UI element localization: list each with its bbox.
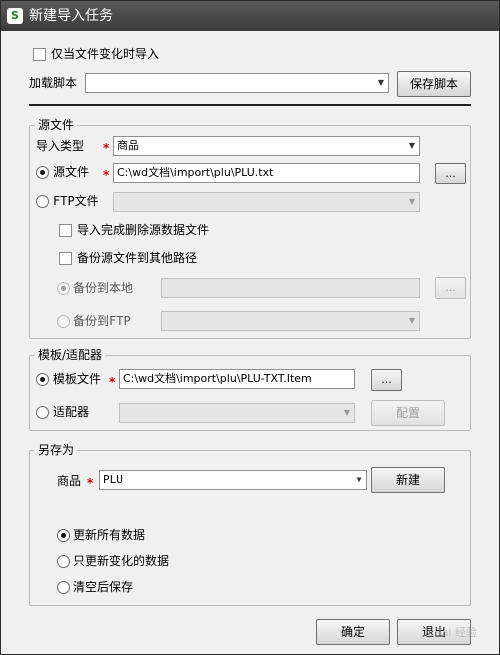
- source-file-label: 源文件: [53, 165, 90, 179]
- title-bar: S 新建导入任务: [1, 1, 499, 31]
- source-file-radio[interactable]: [36, 166, 49, 179]
- new-button[interactable]: 新建: [371, 467, 445, 493]
- delete-after-import-checkbox[interactable]: [59, 224, 72, 237]
- adapter-select[interactable]: ▼: [119, 403, 355, 423]
- import-type-label: 导入类型: [36, 139, 85, 153]
- separator: [29, 104, 471, 106]
- chevron-down-icon: ▼: [408, 316, 416, 325]
- backup-local-browse-button[interactable]: ...: [435, 277, 466, 299]
- update-changed-radio[interactable]: [57, 555, 70, 568]
- template-adapter-group-title: 模板/适配器: [35, 348, 106, 362]
- only-on-change-label: 仅当文件变化时导入: [51, 47, 160, 61]
- ok-button[interactable]: 确定: [316, 619, 390, 645]
- app-logo-icon: S: [7, 8, 23, 24]
- configure-button[interactable]: 配置: [371, 400, 445, 426]
- chevron-down-icon: ▼: [356, 475, 362, 484]
- chevron-down-icon: ▼: [408, 141, 416, 150]
- product-value: PLU: [103, 473, 123, 486]
- backup-local-path-input[interactable]: [161, 278, 420, 298]
- update-all-label: 更新所有数据: [73, 528, 146, 542]
- ftp-file-radio[interactable]: [36, 195, 49, 208]
- required-marker: *: [109, 375, 116, 389]
- ftp-file-label: FTP文件: [53, 194, 99, 208]
- chevron-down-icon: ▼: [408, 197, 416, 206]
- update-all-radio[interactable]: [57, 529, 70, 542]
- backup-other-path-label: 备份源文件到其他路径: [77, 251, 198, 265]
- backup-other-path-checkbox[interactable]: [59, 252, 72, 265]
- only-on-change-checkbox[interactable]: [33, 48, 46, 61]
- template-file-path-input[interactable]: C:\wd文档\import\plu\PLU-TXT.Item: [119, 369, 355, 389]
- source-file-path-input[interactable]: C:\wd文档\import\plu\PLU.txt: [113, 163, 420, 183]
- product-select[interactable]: PLU ▼: [99, 470, 367, 490]
- adapter-radio[interactable]: [36, 406, 49, 419]
- import-type-value: 商品: [117, 139, 139, 152]
- source-file-group-title: 源文件: [35, 118, 78, 132]
- clear-then-save-radio[interactable]: [57, 581, 70, 594]
- chevron-down-icon: ▼: [343, 408, 351, 417]
- template-file-label: 模板文件: [53, 372, 102, 386]
- load-script-label: 加载脚本: [29, 76, 78, 90]
- chevron-down-icon: ▼: [377, 78, 385, 87]
- source-file-browse-button[interactable]: ...: [435, 163, 466, 184]
- save-as-group-title: 另存为: [35, 443, 78, 457]
- save-script-button[interactable]: 保存脚本: [397, 71, 471, 97]
- import-type-select[interactable]: 商品 ▼: [113, 136, 420, 156]
- required-marker: *: [103, 141, 110, 155]
- update-changed-label: 只更新变化的数据: [73, 554, 170, 568]
- delete-after-import-label: 导入完成删除源数据文件: [77, 223, 210, 237]
- required-marker: *: [87, 476, 94, 490]
- required-marker: *: [103, 168, 110, 182]
- watermark: Bai 经验: [434, 626, 477, 639]
- backup-local-label: 备份到本地: [73, 281, 134, 295]
- template-file-browse-button[interactable]: ...: [371, 369, 402, 391]
- load-script-select[interactable]: ▼: [85, 73, 389, 93]
- ftp-file-select[interactable]: ▼: [113, 192, 420, 212]
- backup-ftp-select[interactable]: ▼: [161, 311, 420, 331]
- backup-ftp-label: 备份到FTP: [73, 314, 131, 328]
- window-title: 新建导入任务: [29, 8, 113, 24]
- template-file-radio[interactable]: [36, 373, 49, 386]
- import-task-dialog: S 新建导入任务 仅当文件变化时导入 加载脚本 ▼ 保存脚本 源文件 导入类型 …: [0, 0, 500, 655]
- clear-then-save-label: 清空后保存: [73, 580, 134, 594]
- product-label: 商品: [57, 474, 82, 488]
- backup-local-radio[interactable]: [57, 282, 70, 295]
- adapter-label: 适配器: [53, 405, 90, 419]
- backup-ftp-radio[interactable]: [57, 315, 70, 328]
